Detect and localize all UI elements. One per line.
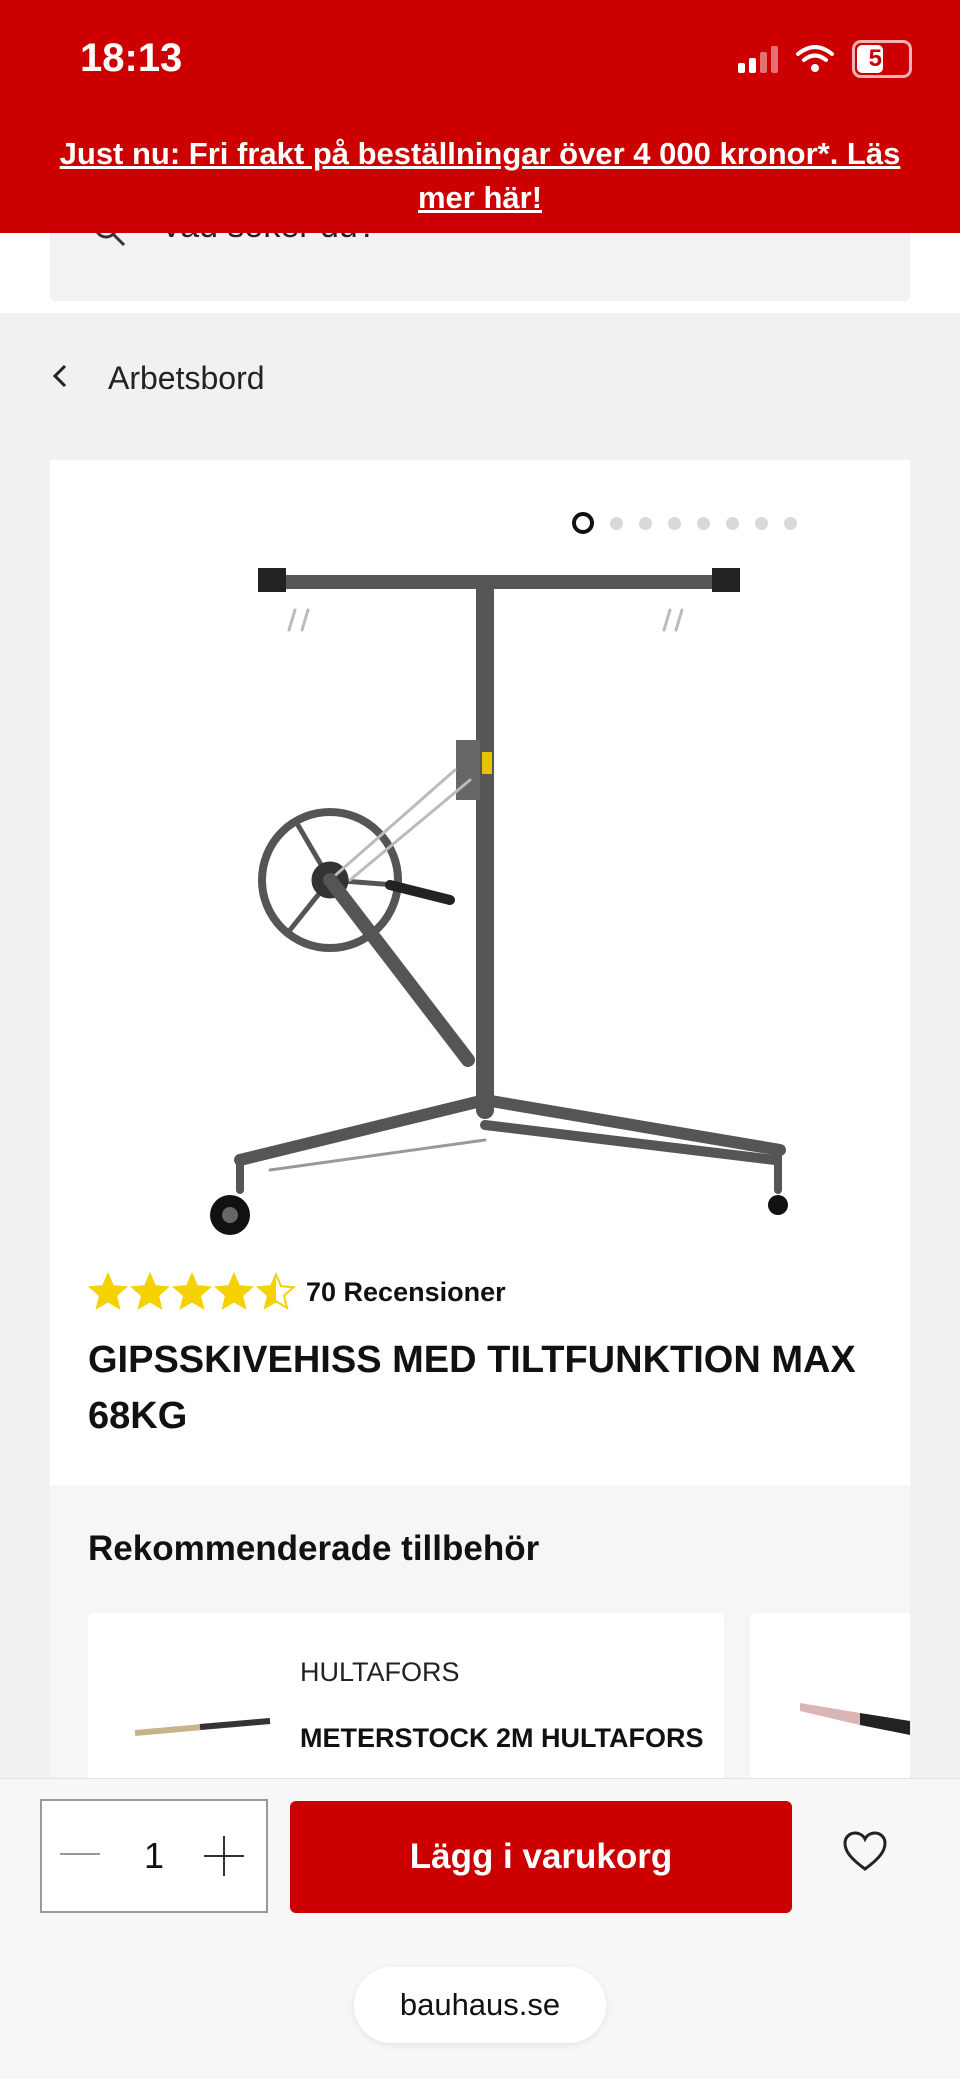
- product-image[interactable]: [200, 500, 800, 1240]
- product-card: 70 Recensioner GIPSSKIVEHISS MED TILTFUN…: [50, 460, 910, 1490]
- status-time: 18:13: [80, 36, 183, 80]
- cellular-signal-icon: [738, 45, 778, 73]
- star-icon: [130, 1272, 170, 1310]
- breadcrumb[interactable]: Arbetsbord: [0, 350, 960, 410]
- product-rating[interactable]: 70 Recensioner: [88, 1272, 506, 1312]
- accessory-image-partial: [800, 1703, 910, 1735]
- battery-icon: 55: [852, 40, 912, 78]
- promo-banner-link[interactable]: Just nu: Fri frakt på beställningar över…: [40, 132, 920, 220]
- star-icon: [172, 1272, 212, 1310]
- bottom-action-bar: 1 Lägg i varukorg bauhaus.se: [0, 1778, 960, 2079]
- product-title: GIPSSKIVEHISS MED TILTFUNKTION MAX 68KG: [88, 1339, 856, 1437]
- top-header: 18:13 55 Just nu: Fri frakt på beställni…: [0, 0, 960, 233]
- recommended-title: Rekommenderade tillbehör: [88, 1529, 540, 1568]
- chevron-left-icon[interactable]: [50, 360, 70, 392]
- accessory-name[interactable]: METERSTOCK 2M HULTAFORS: [300, 1723, 704, 1754]
- star-icon: [88, 1272, 128, 1310]
- search-area: Vad söker du?: [0, 207, 960, 313]
- heart-icon[interactable]: [842, 1831, 888, 1873]
- rating-stars: [88, 1272, 296, 1312]
- accessory-brand: HULTAFORS: [300, 1657, 460, 1687]
- status-icons: 55: [738, 40, 912, 78]
- star-icon: [256, 1272, 296, 1310]
- accessory-image: [134, 1718, 271, 1736]
- battery-percent: 55: [868, 45, 896, 72]
- wifi-icon: [796, 45, 834, 72]
- star-icon: [214, 1272, 254, 1310]
- browser-url-bar[interactable]: bauhaus.se: [354, 1967, 606, 2043]
- recommended-accessories: Rekommenderade tillbehör HULTAFORS METER…: [50, 1485, 910, 1813]
- add-to-cart-button[interactable]: Lägg i varukorg: [290, 1801, 792, 1913]
- review-count[interactable]: 70 Recensioner: [306, 1277, 506, 1308]
- breadcrumb-label[interactable]: Arbetsbord: [108, 360, 265, 397]
- quantity-stepper[interactable]: 1: [40, 1799, 268, 1913]
- plus-icon[interactable]: [223, 1836, 225, 1876]
